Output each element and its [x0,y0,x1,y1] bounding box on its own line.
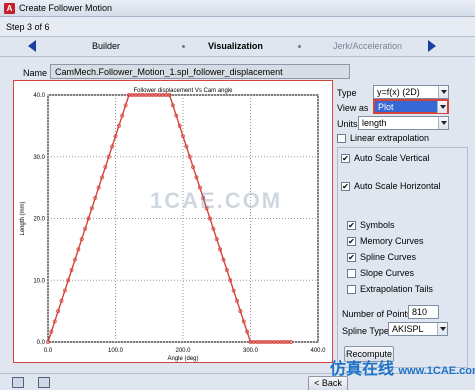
app-icon: A [4,3,15,14]
chevron-down-icon [438,117,448,129]
number-of-points-label: Number of Points [342,309,412,319]
auto-scale-horizontal-label: Auto Scale Horizontal [354,181,441,191]
units-value: length [362,118,387,128]
y-axis-label: Length (mm) [20,201,26,235]
checkbox-icon: ✔ [341,154,350,163]
units-select[interactable]: length [358,116,449,130]
type-label: Type [337,88,357,98]
display-options-group: ✔ Auto Scale Vertical ✔ Auto Scale Horiz… [337,147,468,368]
plot-area[interactable]: 0.0 100.0 200.0 300.0 400.0 0.0 10.0 20.0 30.0 40… [13,80,333,363]
checkbox-icon [337,134,346,143]
step-bar: Step 3 of 6 [0,17,475,37]
units-label: Units [337,119,358,129]
wizard-navbar: Builder Visualization Jerk/Acceleration [0,37,475,57]
checkbox-icon: ✔ [347,221,356,230]
next-arrow-icon[interactable] [428,40,436,52]
checkbox-icon [347,285,356,294]
number-of-points-input[interactable]: 810 [408,305,439,319]
type-value: y=f(x) (2D) [377,87,420,97]
follower-displacement-chart: 0.0 100.0 200.0 300.0 400.0 0.0 10.0 20.0 30.0 40… [20,88,326,362]
y-tick-label: 30.0 [33,155,45,161]
watermark-logo: 仿真在线 www.1CAE.com [330,355,475,379]
checkbox-icon: ✔ [347,253,356,262]
memory-curves-label: Memory Curves [360,236,424,246]
view-as-value: Plot [378,102,394,112]
step-indicator: Step 3 of 6 [6,22,50,32]
window-title: Create Follower Motion [19,3,113,13]
y-tick-label: 10.0 [33,278,45,284]
chevron-down-icon [437,101,447,113]
name-label: Name [23,68,48,78]
x-tick-label: 200.0 [175,348,191,354]
extrapolation-tails-label: Extrapolation Tails [360,284,433,294]
spline-curves-label: Spline Curves [360,252,417,262]
chart-title: Follower displacement Vs Cam angle [133,88,233,94]
x-axis-label: Angle (deg) [167,356,198,362]
prev-arrow-icon[interactable] [28,40,36,52]
window-titlebar: A Create Follower Motion [0,0,475,17]
chevron-down-icon [437,323,447,335]
checkbox-icon: ✔ [341,182,350,191]
y-tick-label: 40.0 [33,93,45,99]
name-field[interactable]: CamMech.Follower_Motion_1.spl_follower_d… [50,64,350,79]
auto-scale-vertical-label: Auto Scale Vertical [354,153,430,163]
y-tick-label: 0.0 [37,340,46,346]
type-select[interactable]: y=f(x) (2D) [373,85,449,99]
spline-type-value: AKISPL [392,324,424,334]
spline-type-select[interactable]: AKISPL [388,322,448,336]
watermark-text: 仿真在线 [330,361,395,378]
chevron-down-icon [438,86,448,98]
checkbox-icon: ✔ [347,237,356,246]
linear-extrapolation-label: Linear extrapolation [350,133,430,143]
checkbox-icon [347,269,356,278]
view-as-select[interactable]: Plot [373,99,449,114]
save-icon[interactable] [12,377,24,388]
export-icon[interactable] [38,377,50,388]
y-tick-label: 20.0 [33,217,45,223]
x-tick-label: 0.0 [44,348,53,354]
tab-visualization[interactable]: Visualization [208,41,263,51]
slope-curves-label: Slope Curves [360,268,415,278]
view-as-label: View as [337,103,369,113]
spline-type-label: Spline Type [342,326,389,336]
watermark-url: www.1CAE.com [398,365,475,377]
watermark-center: 1CAE.COM [150,188,283,213]
tab-builder[interactable]: Builder [92,41,120,51]
x-tick-label: 100.0 [108,348,124,354]
tab-jerk-acceleration[interactable]: Jerk/Acceleration [333,41,402,51]
x-tick-label: 400.0 [310,348,326,354]
nav-dot-icon [182,45,185,48]
nav-dot-icon [298,45,301,48]
x-tick-label: 300.0 [243,348,259,354]
symbols-label: Symbols [360,220,395,230]
